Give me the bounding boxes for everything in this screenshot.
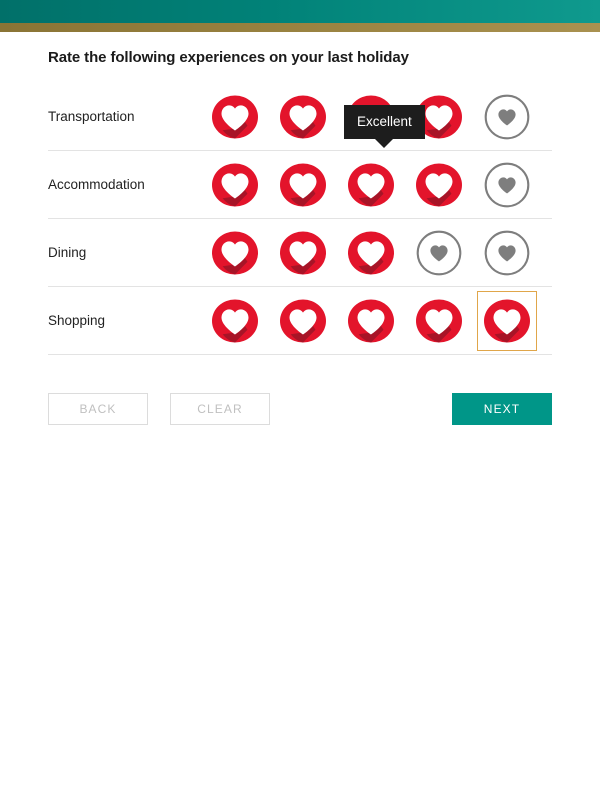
heart-rating-group	[212, 230, 530, 276]
rating-row-label: Shopping	[48, 312, 106, 328]
next-button[interactable]: NEXT	[452, 393, 552, 425]
heart-empty-icon-5[interactable]	[484, 94, 530, 140]
back-button[interactable]: BACK	[48, 393, 148, 425]
heart-filled-icon-4[interactable]	[416, 94, 462, 140]
heart-filled-icon-1[interactable]	[212, 162, 258, 208]
rating-rows-list: Transportation Accommodation Dining Shoppin…	[48, 83, 552, 355]
survey-container: Rate the following experiences on your l…	[0, 32, 600, 425]
rating-row-label: Dining	[48, 244, 87, 260]
heart-empty-icon-5[interactable]	[484, 162, 530, 208]
heart-filled-icon-1[interactable]	[212, 298, 258, 344]
clear-button[interactable]: CLEAR	[170, 393, 270, 425]
rating-row: Transportation	[48, 83, 552, 151]
heart-filled-icon-2[interactable]	[280, 94, 326, 140]
heart-empty-icon-4[interactable]	[416, 230, 462, 276]
heart-rating-group	[212, 94, 530, 140]
heart-filled-icon-2[interactable]	[280, 230, 326, 276]
page-title: Rate the following experiences on your l…	[48, 49, 409, 66]
heart-rating-group	[212, 162, 530, 208]
rating-row: Accommodation	[48, 151, 552, 219]
heart-empty-icon-5[interactable]	[484, 230, 530, 276]
heart-filled-icon-3[interactable]	[348, 230, 394, 276]
heart-filled-icon-4[interactable]	[416, 298, 462, 344]
heart-rating-group	[212, 290, 537, 351]
rating-row: Dining	[48, 219, 552, 287]
heart-filled-icon-1[interactable]	[212, 230, 258, 276]
heart-filled-icon-5[interactable]	[477, 290, 537, 351]
heart-filled-icon-2[interactable]	[280, 162, 326, 208]
heart-filled-icon-3[interactable]	[348, 162, 394, 208]
heart-filled-icon-3[interactable]	[348, 298, 394, 344]
rating-row-label: Transportation	[48, 108, 135, 124]
teal-accent-bar	[0, 0, 600, 23]
heart-filled-icon-3[interactable]	[348, 94, 394, 140]
gold-accent-bar	[0, 23, 600, 32]
heart-filled-icon-1[interactable]	[212, 94, 258, 140]
rating-row-label: Accommodation	[48, 176, 145, 192]
heart-filled-icon-2[interactable]	[280, 298, 326, 344]
decorative-header-bars	[0, 0, 600, 32]
heart-filled-icon-4[interactable]	[416, 162, 462, 208]
form-action-buttons: BACK CLEAR NEXT	[48, 393, 552, 425]
rating-row: Shopping	[48, 287, 552, 355]
